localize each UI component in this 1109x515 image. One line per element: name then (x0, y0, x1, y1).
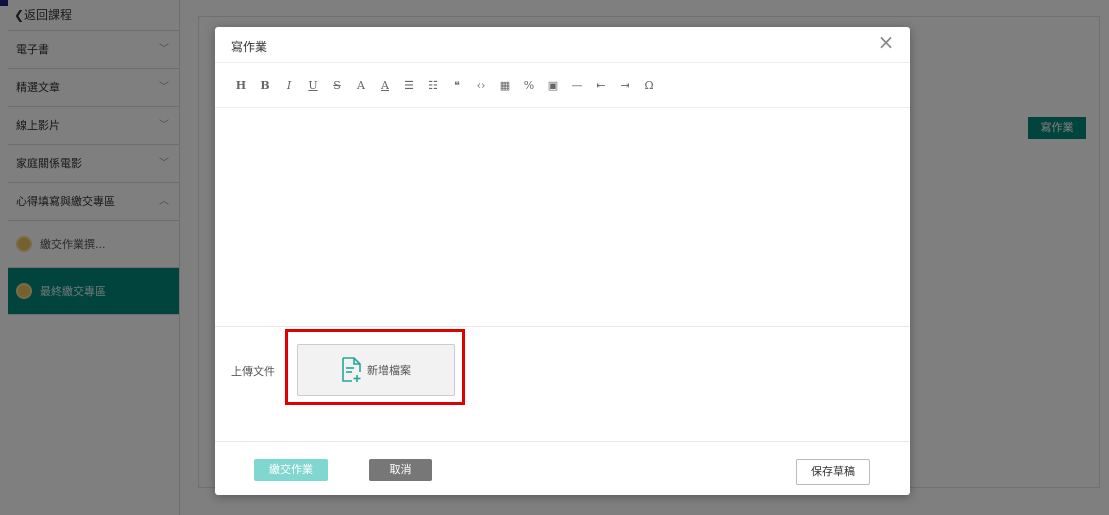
outdent-icon[interactable]: ⇤ (589, 79, 613, 92)
link-icon[interactable]: % (517, 79, 541, 92)
bold-icon[interactable]: B (253, 79, 277, 92)
modal-header: 寫作業 × (215, 27, 910, 62)
editor-toolbar: H B I U S A A ☰ ☷ ❝ ‹› ▦ % ▣ — ⇤ ⇥ Ω (215, 62, 910, 108)
upload-label: 上傳文件 (231, 365, 275, 378)
save-draft-button[interactable]: 保存草稿 (796, 459, 870, 485)
font-color-icon[interactable]: A (349, 79, 373, 92)
add-file-label: 新增檔案 (367, 364, 411, 377)
indent-icon[interactable]: ⇥ (613, 79, 637, 92)
add-file-icon (342, 357, 361, 382)
upload-section: 上傳文件 新增檔案 (215, 327, 910, 442)
text-editor[interactable] (215, 108, 910, 327)
close-icon[interactable]: × (876, 32, 896, 52)
quote-icon[interactable]: ❝ (445, 79, 469, 92)
strikethrough-icon[interactable]: S (325, 79, 349, 92)
underline-icon[interactable]: U (301, 79, 325, 92)
italic-icon[interactable]: I (277, 79, 301, 92)
horizontal-rule-icon[interactable]: — (565, 79, 589, 92)
modal-title: 寫作業 (231, 40, 268, 54)
modal-footer: 繳交作業 取消 保存草稿 (215, 442, 910, 498)
code-icon[interactable]: ‹› (469, 79, 493, 92)
special-character-icon[interactable]: Ω (637, 79, 661, 92)
image-icon[interactable]: ▣ (541, 79, 565, 92)
submit-homework-button[interactable]: 繳交作業 (254, 459, 328, 481)
unordered-list-icon[interactable]: ☷ (421, 79, 445, 92)
heading-icon[interactable]: H (229, 79, 253, 92)
ordered-list-icon[interactable]: ☰ (397, 79, 421, 92)
add-file-button[interactable]: 新增檔案 (297, 344, 455, 396)
cancel-button[interactable]: 取消 (369, 459, 432, 481)
table-icon[interactable]: ▦ (493, 79, 517, 92)
write-homework-modal: 寫作業 × H B I U S A A ☰ ☷ ❝ ‹› ▦ % ▣ — ⇤ ⇥… (215, 27, 910, 495)
background-color-icon[interactable]: A (373, 79, 397, 92)
